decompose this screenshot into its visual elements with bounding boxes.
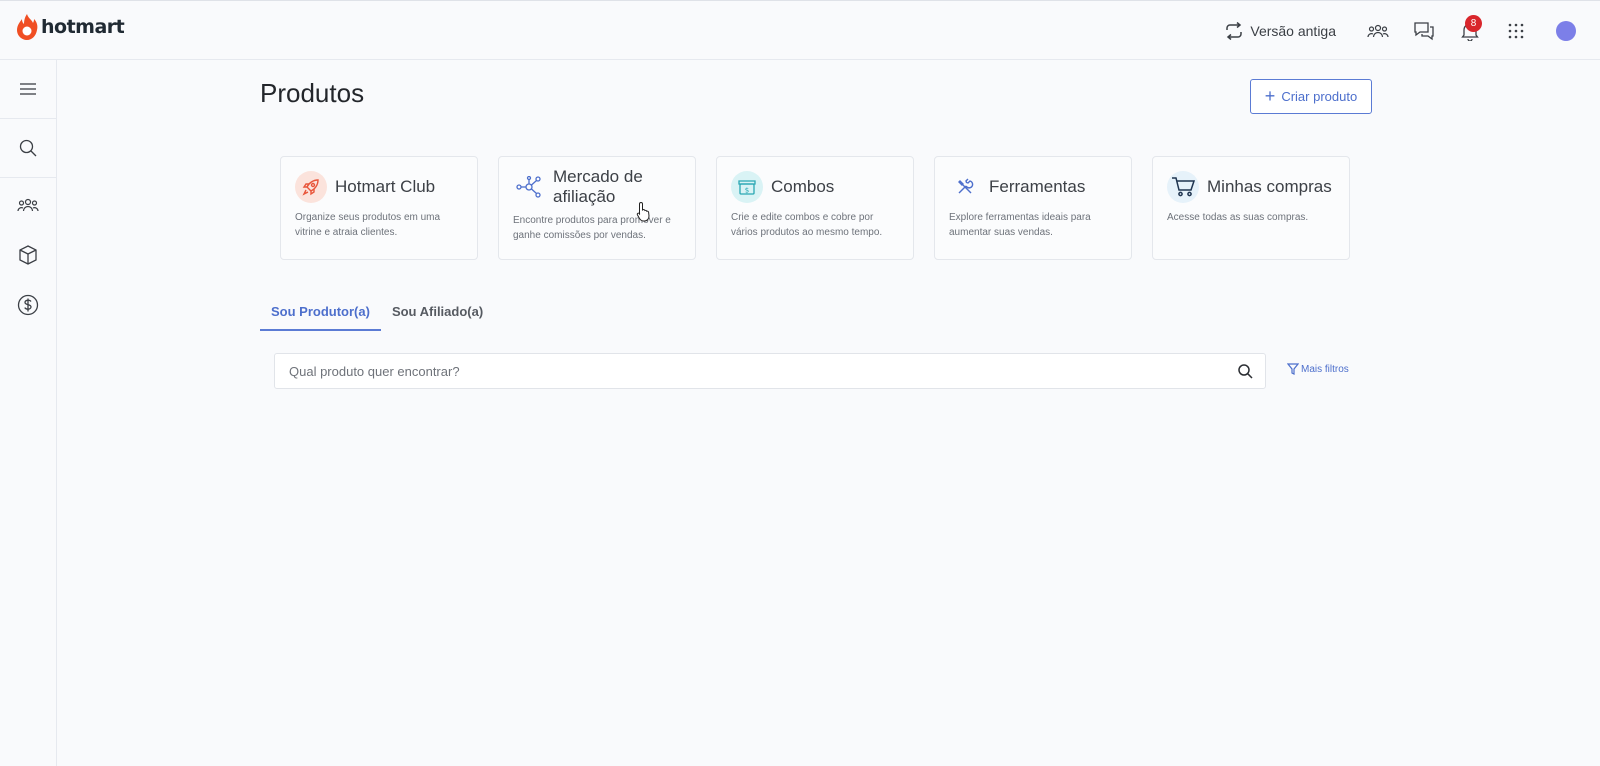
top-nav: Versão antiga 8 <box>1224 1 1600 61</box>
more-filters-button[interactable]: Mais filtros <box>1287 363 1349 375</box>
card-description: Encontre produtos para promover e ganhe … <box>513 215 671 241</box>
filter-icon <box>1287 363 1299 375</box>
sidebar-nav <box>0 178 56 330</box>
notifications-button[interactable]: 8 <box>1450 11 1490 51</box>
sidebar-menu-toggle[interactable] <box>0 60 56 118</box>
card-description: Explore ferramentas ideais para aumentar… <box>949 212 1091 238</box>
sidebar-item-products[interactable] <box>0 230 56 280</box>
tab-affiliate[interactable]: Sou Afiliado(a) <box>381 296 494 331</box>
card-title: Minhas compras <box>1207 177 1332 196</box>
create-product-button[interactable]: + Criar produto <box>1250 79 1372 114</box>
product-search-bar <box>274 353 1266 389</box>
card-hotmart-club[interactable]: Hotmart Club Organize seus produtos em u… <box>280 156 478 260</box>
svg-text:$: $ <box>745 187 749 195</box>
sidebar-search[interactable] <box>0 119 56 177</box>
search-icon <box>19 139 37 157</box>
tab-producer[interactable]: Sou Produtor(a) <box>260 296 381 331</box>
apps-button[interactable] <box>1496 11 1536 51</box>
card-tools[interactable]: Ferramentas Explore ferramentas ideais p… <box>934 156 1132 260</box>
grid-dots-icon <box>1508 23 1524 39</box>
brand-name: hotmart <box>41 16 125 38</box>
card-title: Ferramentas <box>989 177 1086 196</box>
card-title: Mercado de afiliação <box>553 167 643 206</box>
card-description: Organize seus produtos em uma vitrine e … <box>295 212 441 238</box>
user-avatar[interactable] <box>1556 21 1576 41</box>
sidebar-item-finance[interactable] <box>0 280 56 330</box>
card-affiliate-market[interactable]: Mercado de afiliação Encontre produtos p… <box>498 156 696 260</box>
users-icon <box>1367 24 1389 38</box>
community-button[interactable] <box>1358 11 1398 51</box>
network-icon <box>513 171 545 203</box>
dollar-icon <box>17 294 39 316</box>
sidebar-item-community[interactable] <box>0 180 56 230</box>
top-bar: hotmart Versão antiga 8 <box>0 0 1600 60</box>
hand-cursor-icon <box>636 201 650 222</box>
chat-icon <box>1414 22 1434 41</box>
box-icon <box>19 245 37 265</box>
product-tabs: Sou Produtor(a) Sou Afiliado(a) <box>260 296 494 331</box>
page-title: Produtos <box>260 78 365 108</box>
old-version-label: Versão antiga <box>1250 23 1336 39</box>
notification-badge: 8 <box>1465 15 1482 32</box>
card-description: Acesse todas as suas compras. <box>1167 212 1309 223</box>
tools-icon <box>949 171 981 203</box>
gift-box-icon: $ <box>731 171 763 203</box>
product-search-input[interactable] <box>275 354 1225 388</box>
plus-icon: + <box>1264 85 1276 106</box>
hotmart-logo[interactable]: hotmart <box>16 13 125 41</box>
flame-icon <box>17 14 38 40</box>
search-submit-button[interactable] <box>1225 353 1265 389</box>
swap-arrows-icon <box>1226 22 1243 40</box>
rocket-icon <box>295 171 327 203</box>
more-filters-label: Mais filtros <box>1301 363 1349 375</box>
sidebar <box>0 60 57 766</box>
create-product-label: Criar produto <box>1281 89 1358 104</box>
search-icon <box>1237 363 1253 379</box>
card-title: Combos <box>771 177 835 196</box>
old-version-link[interactable]: Versão antiga <box>1224 22 1336 40</box>
card-title: Hotmart Club <box>335 177 436 196</box>
card-combos[interactable]: $ Combos Crie e edite combos e cobre por… <box>716 156 914 260</box>
messages-button[interactable] <box>1404 11 1444 51</box>
card-description: Crie e edite combos e cobre por vários p… <box>731 212 883 238</box>
feature-cards: Hotmart Club Organize seus produtos em u… <box>280 156 1350 260</box>
menu-icon <box>20 83 36 95</box>
users-icon <box>17 198 39 212</box>
card-my-purchases[interactable]: Minhas compras Acesse todas as suas comp… <box>1152 156 1350 260</box>
cart-icon <box>1167 171 1199 203</box>
